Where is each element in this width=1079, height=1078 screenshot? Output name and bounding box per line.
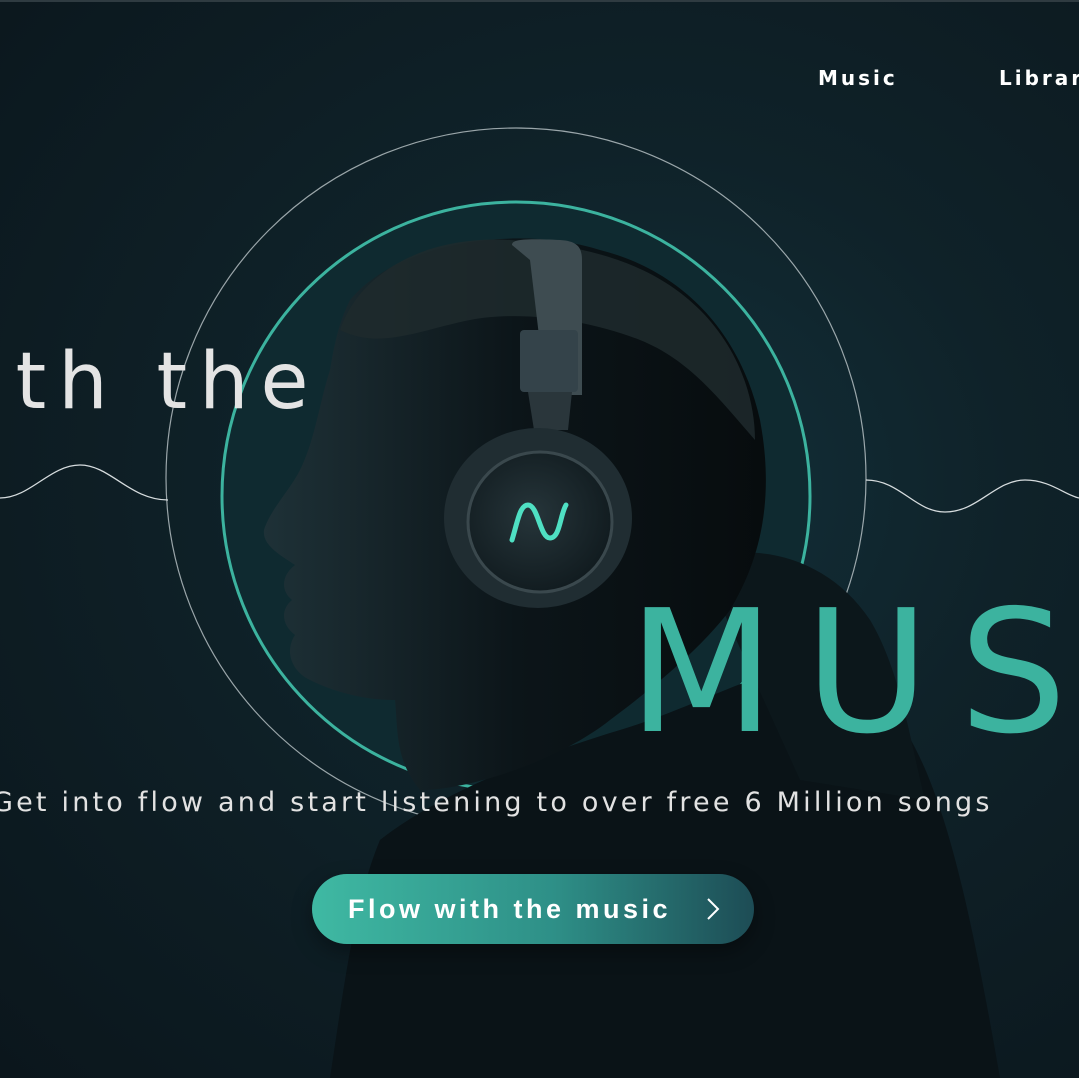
flow-with-music-button[interactable]: Flow with the music: [312, 874, 754, 944]
chevron-right-icon: [707, 898, 720, 920]
nav-music-link[interactable]: Music: [818, 66, 898, 90]
hero-tagline: Get into flow and start listening to ove…: [0, 787, 993, 818]
hero-section: Music Librar ith the MUS Get into flow a…: [0, 0, 1079, 1078]
headphone-hinge: [528, 392, 572, 430]
top-nav: Music Librar: [0, 66, 1079, 96]
headphone-slider: [520, 330, 578, 392]
headline-music: MUS: [628, 574, 1079, 772]
cta-label: Flow with the music: [348, 893, 672, 924]
nav-library-link[interactable]: Librar: [999, 66, 1079, 90]
headline-with-the: ith the: [0, 337, 321, 427]
